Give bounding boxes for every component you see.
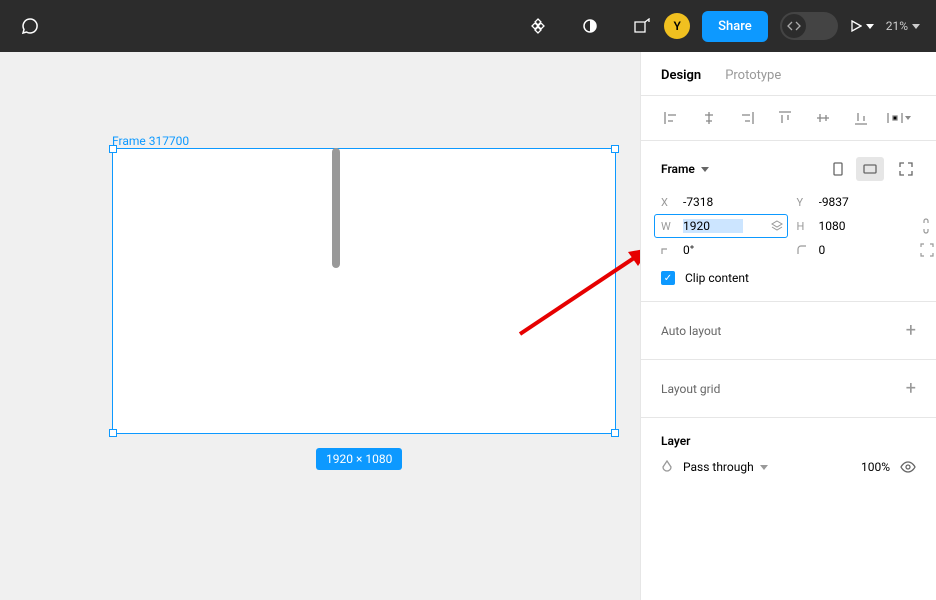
y-input[interactable]	[819, 195, 879, 209]
user-avatar[interactable]: Y	[664, 13, 690, 39]
align-left-icon[interactable]	[655, 106, 687, 130]
orientation-portrait[interactable]	[824, 157, 852, 181]
zoom-control[interactable]: 21%	[886, 19, 920, 33]
layout-grid-section: Layout grid +	[641, 360, 936, 418]
dev-handoff-icon[interactable]	[628, 12, 656, 40]
y-position-field[interactable]: Y	[797, 195, 917, 209]
add-auto-layout-button[interactable]: +	[906, 320, 916, 341]
height-field[interactable]: H	[797, 219, 917, 233]
auto-layout-label: Auto layout	[661, 324, 721, 338]
corner-input[interactable]	[819, 243, 879, 257]
comment-icon[interactable]	[16, 12, 44, 40]
corner-radius-field[interactable]	[797, 243, 917, 257]
scrub-icon[interactable]	[771, 220, 783, 232]
blend-mode-select[interactable]: Pass through	[683, 460, 838, 474]
independent-corners-icon[interactable]	[920, 243, 936, 257]
clip-content-label: Clip content	[685, 271, 749, 285]
x-input[interactable]	[683, 195, 743, 209]
resize-handle-tr[interactable]	[611, 145, 619, 153]
resize-handle-br[interactable]	[611, 429, 619, 437]
visibility-toggle-icon[interactable]	[900, 461, 916, 473]
rotation-field[interactable]	[661, 243, 781, 257]
panel-tabs: Design Prototype	[641, 52, 936, 96]
layer-section: Layer Pass through 100%	[641, 418, 936, 490]
tab-design[interactable]: Design	[661, 68, 701, 83]
selected-frame[interactable]	[112, 148, 616, 434]
align-vcenter-icon[interactable]	[807, 106, 839, 130]
canvas[interactable]: Frame 317700 1920 × 1080	[0, 52, 640, 600]
frame-name-label[interactable]: Frame 317700	[112, 134, 189, 148]
frame-section: Frame X Y W H ✓ Clip content	[641, 141, 936, 302]
auto-layout-section: Auto layout +	[641, 302, 936, 360]
layer-section-title: Layer	[661, 434, 916, 448]
distribute-icon[interactable]	[883, 106, 915, 130]
clip-content-checkbox[interactable]: ✓	[661, 271, 675, 285]
present-button[interactable]	[850, 20, 874, 32]
mask-icon[interactable]	[576, 12, 604, 40]
add-layout-grid-button[interactable]: +	[906, 378, 916, 399]
clip-content-row[interactable]: ✓ Clip content	[661, 271, 916, 285]
share-button[interactable]: Share	[702, 11, 768, 42]
width-field[interactable]: W	[654, 214, 788, 238]
orientation-landscape[interactable]	[856, 157, 884, 181]
dimensions-badge: 1920 × 1080	[316, 448, 402, 470]
x-position-field[interactable]: X	[661, 195, 781, 209]
components-icon[interactable]	[524, 12, 552, 40]
tab-prototype[interactable]: Prototype	[725, 68, 781, 83]
opacity-input[interactable]: 100%	[848, 460, 890, 474]
resize-handle-tl[interactable]	[109, 145, 117, 153]
alignment-controls	[641, 96, 936, 141]
rotation-input[interactable]	[683, 243, 743, 257]
design-panel: Design Prototype Frame X Y W H ✓	[640, 52, 936, 600]
blend-mode-icon[interactable]	[661, 460, 673, 474]
align-top-icon[interactable]	[769, 106, 801, 130]
link-dimensions-icon[interactable]	[920, 218, 936, 234]
canvas-scrollbar[interactable]	[332, 148, 340, 268]
align-right-icon[interactable]	[731, 106, 763, 130]
width-input[interactable]	[683, 219, 743, 233]
resize-handle-bl[interactable]	[109, 429, 117, 437]
align-hcenter-icon[interactable]	[693, 106, 725, 130]
frame-section-title[interactable]: Frame	[661, 162, 709, 176]
top-toolbar: Y Share 21%	[0, 0, 936, 52]
align-bottom-icon[interactable]	[845, 106, 877, 130]
layout-grid-label: Layout grid	[661, 382, 720, 396]
dev-mode-toggle[interactable]	[780, 12, 838, 40]
height-input[interactable]	[819, 219, 879, 233]
resize-to-fit-icon[interactable]	[896, 159, 916, 179]
